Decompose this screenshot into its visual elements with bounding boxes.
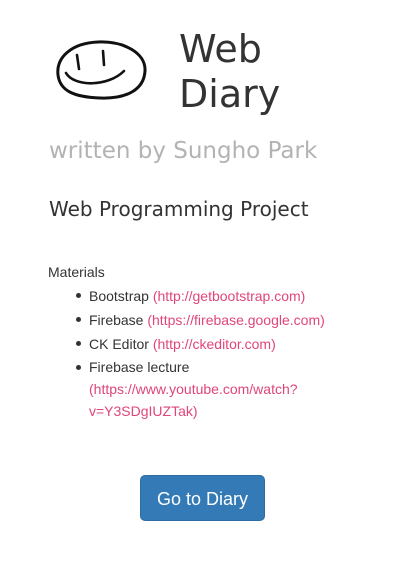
material-link[interactable]: (https://www.youtube.com/watch? v=Y3SDgIU… <box>89 381 298 419</box>
list-item: Firebase lecture (https://www.youtube.co… <box>76 356 319 422</box>
app-title-line2: Diary <box>179 72 281 116</box>
go-to-diary-button[interactable]: Go to Diary <box>140 475 265 521</box>
material-link[interactable]: (http://ckeditor.com) <box>153 336 276 352</box>
smiley-face-icon <box>56 40 147 100</box>
material-link-line2: v=Y3SDgIUZTak) <box>89 403 198 419</box>
material-name: Bootstrap <box>89 288 149 304</box>
list-item: Firebase (https://firebase.google.com) <box>76 308 348 332</box>
app-title: Web Diary <box>179 27 379 117</box>
bullet-icon <box>76 317 81 322</box>
author-byline: written by Sungho Park <box>49 138 318 164</box>
list-item: CK Editor (http://ckeditor.com) <box>76 332 348 356</box>
bullet-icon <box>76 365 81 370</box>
materials-list: Bootstrap (http://getbootstrap.com) Fire… <box>48 284 348 422</box>
material-link[interactable]: (https://firebase.google.com) <box>147 312 324 328</box>
materials-section: Materials Bootstrap (http://getbootstrap… <box>48 262 348 422</box>
app-title-line1: Web <box>179 27 262 71</box>
materials-heading: Materials <box>48 264 105 280</box>
material-name: CK Editor <box>89 336 149 352</box>
bullet-icon <box>76 293 81 298</box>
material-link-line1: (https://www.youtube.com/watch? <box>89 381 298 397</box>
bullet-icon <box>76 341 81 346</box>
material-name: Firebase <box>89 312 144 328</box>
material-name: Firebase lecture <box>89 359 190 375</box>
list-item: Bootstrap (http://getbootstrap.com) <box>76 284 348 308</box>
project-title: Web Programming Project <box>49 197 309 221</box>
material-link[interactable]: (http://getbootstrap.com) <box>153 288 306 304</box>
